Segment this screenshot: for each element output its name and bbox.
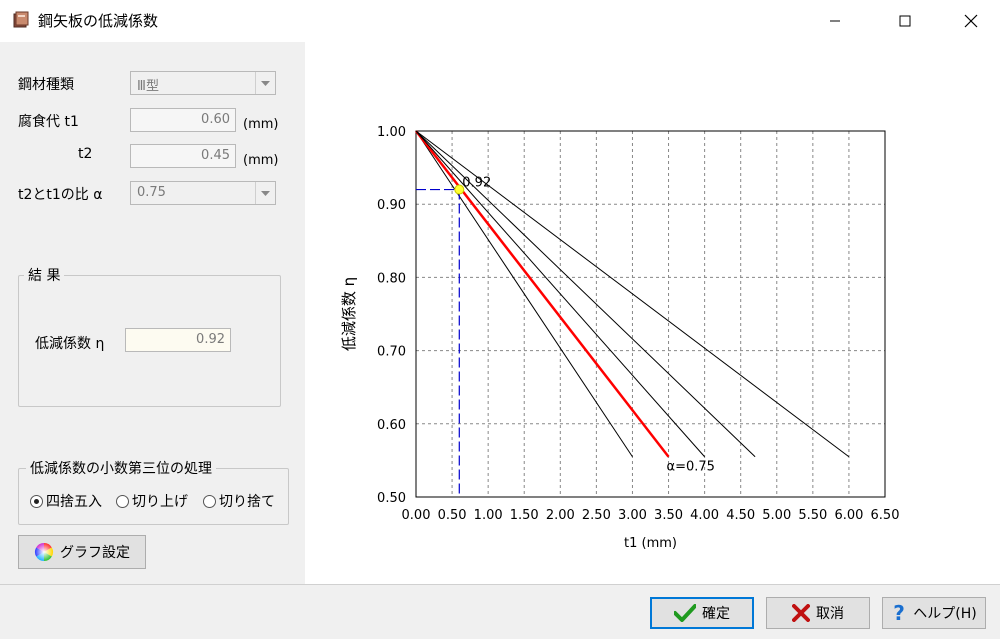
y-tick-label: 0.50 <box>377 491 406 506</box>
question-icon: ? <box>893 603 905 623</box>
radio-unselected-icon <box>116 494 129 508</box>
highlight-series-line <box>415 130 670 458</box>
cancel-button[interactable]: 取消 <box>766 597 870 629</box>
marker-label: 0.92 <box>462 176 491 191</box>
result-group-title: 結 果 <box>24 265 65 285</box>
x-tick-label: 5.50 <box>798 508 827 523</box>
radio-label: 切り捨て <box>219 494 275 510</box>
ok-button[interactable]: 確定 <box>650 597 754 629</box>
x-tick-label: 2.00 <box>546 508 575 523</box>
reduction-factor-output: 0.92 <box>125 328 231 352</box>
x-tick-label: 0.50 <box>438 508 467 523</box>
radio-unselected-icon <box>203 494 216 508</box>
help-button[interactable]: ? ヘルプ(H) <box>882 597 986 629</box>
graph-settings-button[interactable]: グラフ設定 <box>18 535 146 569</box>
material-value: Ⅲ型 <box>137 79 159 94</box>
book-icon <box>12 11 30 29</box>
close-icon <box>964 14 978 28</box>
window-title: 鋼矢板の低減係数 <box>38 12 159 30</box>
y-tick-label: 0.70 <box>377 345 406 360</box>
close-button[interactable] <box>948 0 994 42</box>
material-select[interactable]: Ⅲ型 <box>130 71 276 95</box>
x-tick-label: 1.00 <box>474 508 503 523</box>
svg-text:?: ? <box>893 603 905 623</box>
radio-label: 四捨五入 <box>46 494 102 510</box>
help-label: ヘルプ(H) <box>913 606 977 622</box>
material-label: 鋼材種類 <box>18 77 74 93</box>
cancel-label: 取消 <box>816 606 844 622</box>
reduction-factor-chart: α=0.75 0.92 0.00 0.50 1.00 1.50 2.00 2.50 3.00… <box>340 125 900 551</box>
check-icon <box>674 604 696 622</box>
x-tick-label: 4.00 <box>690 508 719 523</box>
ratio-select[interactable]: 0.75 <box>130 181 276 205</box>
y-tick-label: 1.00 <box>377 125 406 140</box>
y-tick-label: 0.60 <box>377 418 406 433</box>
radio-round-down[interactable]: 切り捨て <box>203 491 275 511</box>
t1-unit: (mm) <box>243 117 279 132</box>
t2-unit: (mm) <box>243 153 279 168</box>
x-tick-label: 0.00 <box>402 508 431 523</box>
x-tick-label: 1.50 <box>510 508 539 523</box>
t1-input[interactable]: 0.60 <box>130 108 236 132</box>
x-tick-label: 6.50 <box>871 508 900 523</box>
x-tick-label: 3.00 <box>618 508 647 523</box>
x-tick-label: 2.50 <box>582 508 611 523</box>
ok-label: 確定 <box>702 606 730 622</box>
y-tick-label: 0.80 <box>377 271 406 286</box>
radio-selected-icon <box>30 494 43 508</box>
x-icon <box>792 604 810 622</box>
maximize-button[interactable] <box>882 0 928 42</box>
x-tick-label: 6.00 <box>834 508 863 523</box>
chevron-down-icon[interactable] <box>255 182 275 204</box>
series-label: α=0.75 <box>667 460 715 475</box>
minimize-button[interactable] <box>812 0 858 42</box>
reduction-factor-label: 低減係数 η <box>35 336 105 352</box>
minimize-icon <box>830 20 840 22</box>
x-tick-label: 3.50 <box>654 508 683 523</box>
y-axis-ticks: 0.50 0.60 0.70 0.80 0.90 1.00 <box>377 125 406 506</box>
maximize-icon <box>899 15 911 27</box>
x-axis-label: t1 (mm) <box>624 536 677 551</box>
title-bar: 鋼矢板の低減係数 <box>0 0 1000 42</box>
radio-round-up[interactable]: 切り上げ <box>116 491 188 511</box>
x-tick-label: 5.00 <box>762 508 791 523</box>
rounding-group-title: 低減係数の小数第三位の処理 <box>26 458 216 478</box>
chevron-down-icon[interactable] <box>255 72 275 94</box>
color-wheel-icon <box>34 543 54 561</box>
x-tick-label: 4.50 <box>726 508 755 523</box>
y-axis-label: 低減係数 η <box>340 277 358 351</box>
graph-settings-label: グラフ設定 <box>60 545 130 561</box>
corrosion-label: 腐食代 t1 <box>18 114 79 130</box>
chart-guides: 0.92 <box>416 176 491 497</box>
ratio-value: 0.75 <box>137 185 166 200</box>
ratio-label: t2とt1の比 α <box>18 187 103 203</box>
t2-label: t2 <box>78 146 93 162</box>
radio-round-half[interactable]: 四捨五入 <box>30 491 102 511</box>
radio-label: 切り上げ <box>132 494 188 510</box>
y-tick-label: 0.90 <box>377 198 406 213</box>
x-axis-ticks: 0.00 0.50 1.00 1.50 2.00 2.50 3.00 3.50 4.00 4.50… <box>402 508 900 523</box>
t2-input[interactable]: 0.45 <box>130 144 236 168</box>
